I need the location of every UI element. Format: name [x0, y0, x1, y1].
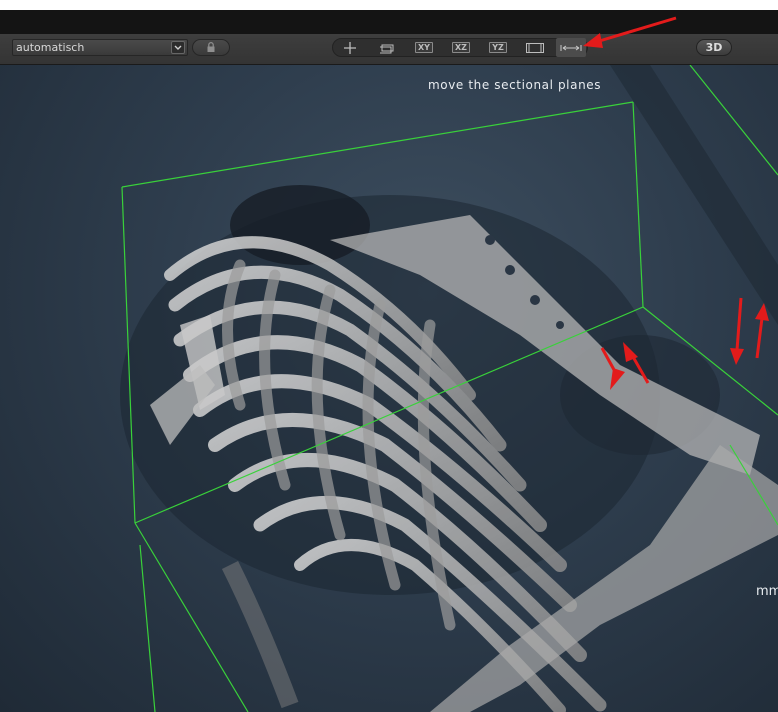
- units-label: mm: [756, 584, 778, 599]
- move-planes-hint: move the sectional planes: [428, 78, 602, 92]
- rendered-thorax-volume: [120, 65, 778, 712]
- volume-render-viewport[interactable]: move the sectional planes mm: [0, 65, 778, 712]
